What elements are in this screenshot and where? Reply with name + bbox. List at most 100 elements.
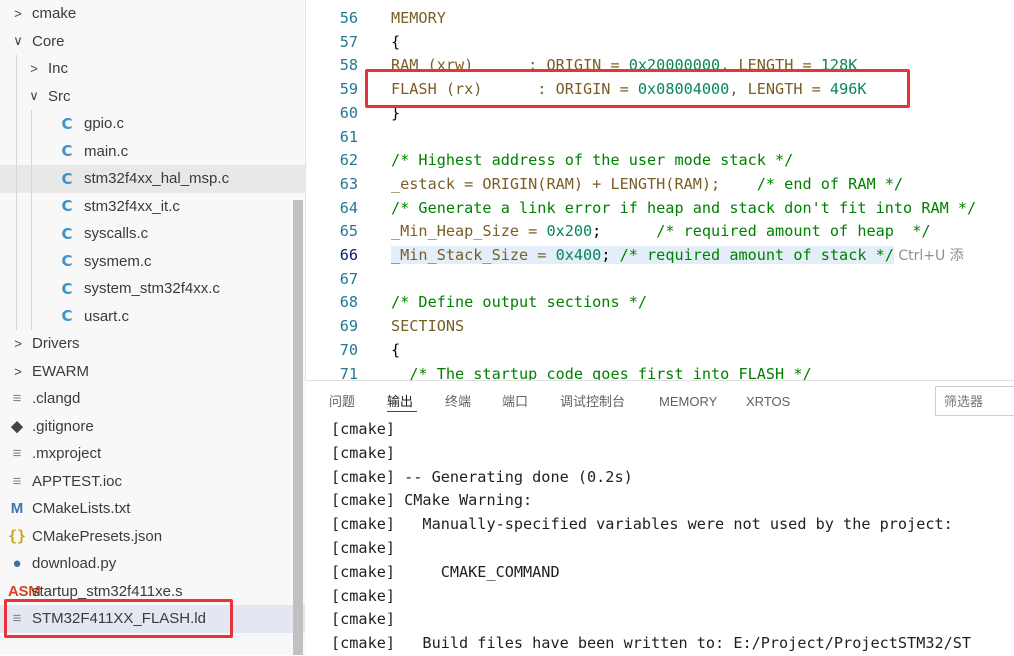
chevron-right-icon: > bbox=[14, 336, 22, 352]
code-editor[interactable]: 56 MEMORY 57{58 RAM (xrw) : ORIGIN = 0x2000… bbox=[305, 0, 1014, 380]
tab-debug-console[interactable]: 调试控制台 bbox=[560, 381, 625, 423]
tab-xrtos[interactable]: XRTOS bbox=[746, 381, 790, 423]
code-token: SECTIONS bbox=[391, 317, 465, 336]
tree-item-main-c[interactable]: Cmain.c bbox=[0, 138, 305, 166]
tree-item-label: APPTEST.ioc bbox=[32, 472, 123, 490]
tree-item-startup-stm32f411xe-s[interactable]: ASM startup_stm32f411xe.s bbox=[0, 578, 305, 606]
tab-ports[interactable]: 端口 bbox=[502, 381, 528, 423]
output-line: [cmake] CMake Warning: bbox=[331, 491, 533, 510]
tree-item-label: Core bbox=[32, 32, 65, 50]
output-line: [cmake] bbox=[331, 586, 396, 605]
tree-item-sysmem-c[interactable]: Csysmem.c bbox=[0, 248, 305, 276]
tree-item-ewarm[interactable]: > EWARM bbox=[0, 358, 305, 386]
tree-item-inc[interactable]: > Inc bbox=[0, 55, 305, 83]
tree-item-gitignore[interactable]: ◆ .gitignore bbox=[0, 413, 305, 441]
file-icon: ≡ bbox=[12, 390, 22, 408]
tree-item-stm32f411xx-flash-ld[interactable]: ≡ STM32F411XX_FLASH.ld bbox=[0, 605, 305, 633]
tree-item-cmakepresets-json[interactable]: {} CMakePresets.json bbox=[0, 523, 305, 551]
code-token: ; bbox=[601, 246, 620, 264]
code-token: { bbox=[391, 340, 401, 359]
tree-item-system-stm32f4xx-c[interactable]: Csystem_stm32f4xx.c bbox=[0, 275, 305, 303]
code-token: FLASH (rx) : ORIGIN = bbox=[391, 80, 638, 99]
tree-item-label: STM32F411XX_FLASH.ld bbox=[32, 610, 206, 628]
git-file-icon: ◆ bbox=[11, 418, 23, 436]
code-line-63[interactable]: 63 _estack = ORIGIN(RAM) + LENGTH(RAM); /… bbox=[306, 172, 1014, 196]
output-filter-input[interactable] bbox=[935, 386, 1014, 416]
file-icon: ≡ bbox=[12, 445, 22, 463]
c-file-icon: C bbox=[61, 252, 73, 271]
code-line-69[interactable]: 69 SECTIONS bbox=[306, 314, 1014, 338]
code-line-66[interactable]: 66 _Min_Stack_Size = 0x400; /* required a… bbox=[306, 243, 1014, 267]
c-file-icon: C bbox=[61, 279, 73, 298]
tree-item-label: stm32f4xx_it.c bbox=[84, 197, 180, 215]
code-text: MEMORY bbox=[391, 6, 446, 30]
line-number: 57 bbox=[339, 32, 358, 51]
code-line-62[interactable]: 62 /* Highest address of the user mode st… bbox=[306, 148, 1014, 172]
code-text: _Min_Stack_Size = 0x400; /* required amo… bbox=[391, 243, 964, 268]
explorer-sidebar: > cmake ∨ Core > Inc ∨ Src Cgpio.c Cmain.c Cstm32f… bbox=[0, 0, 305, 655]
tree-item-label: syscalls.c bbox=[84, 225, 149, 243]
line-number: 67 bbox=[339, 269, 358, 288]
tree-item-label: main.c bbox=[84, 142, 129, 160]
tree-item-label: CMakePresets.json bbox=[32, 527, 163, 545]
active-tab-indicator bbox=[387, 411, 417, 412]
chevron-right-icon: > bbox=[14, 363, 22, 379]
tree-item-label: gpio.c bbox=[84, 115, 125, 133]
code-token: 0x08004000 bbox=[637, 80, 730, 99]
tree-item-usart-c[interactable]: Cusart.c bbox=[0, 303, 305, 331]
code-text: /* The startup code goes first into FLAS… bbox=[391, 362, 811, 381]
code-token: /* required amount of stack */ bbox=[619, 246, 894, 264]
tree-item-cmake[interactable]: > cmake bbox=[0, 0, 305, 28]
chevron-right-icon: > bbox=[30, 61, 38, 77]
tree-item-core[interactable]: ∨ Core bbox=[0, 28, 305, 56]
line-number: 56 bbox=[339, 9, 358, 27]
code-token: /* Define output sections */ bbox=[391, 293, 648, 312]
line-number: 62 bbox=[339, 151, 358, 170]
code-token: /* required amount of heap */ bbox=[656, 222, 931, 241]
code-text: RAM (xrw) : ORIGIN = 0x20000000, LENGTH … bbox=[391, 53, 857, 77]
code-token: MEMORY bbox=[391, 9, 446, 27]
tree-item-stm32f4xx-it-c[interactable]: Cstm32f4xx_it.c bbox=[0, 193, 305, 221]
code-line-59[interactable]: 59 FLASH (rx) : ORIGIN = 0x08004000, LENG… bbox=[306, 77, 1014, 101]
code-line-67[interactable]: 67 bbox=[306, 267, 1014, 291]
code-text: FLASH (rx) : ORIGIN = 0x08004000, LENGTH… bbox=[391, 77, 867, 101]
code-line-71[interactable]: 71 /* The startup code goes first into F… bbox=[306, 362, 1014, 381]
line-number: 69 bbox=[339, 317, 358, 336]
code-line-56[interactable]: 56 MEMORY bbox=[306, 6, 1014, 30]
tree-item-drivers[interactable]: > Drivers bbox=[0, 330, 305, 358]
tree-item-cmakelists-txt[interactable]: M CMakeLists.txt bbox=[0, 495, 305, 523]
code-token: 0x200 bbox=[546, 222, 593, 241]
code-token: 128K bbox=[820, 56, 858, 75]
tree-item-label: system_stm32f4xx.c bbox=[84, 280, 220, 298]
tree-item-label: usart.c bbox=[84, 307, 130, 325]
tab-memory[interactable]: MEMORY bbox=[659, 381, 717, 423]
code-token: /* Highest address of the user mode stac… bbox=[391, 151, 794, 170]
line-number: 64 bbox=[339, 198, 358, 217]
tab-terminal[interactable]: 终端 bbox=[445, 381, 471, 423]
tree-item-src[interactable]: ∨ Src bbox=[0, 83, 305, 111]
line-number: 70 bbox=[339, 340, 358, 359]
tree-item-label: Inc bbox=[48, 60, 69, 78]
code-token: , LENGTH = bbox=[729, 80, 830, 99]
tree-item-gpio-c[interactable]: Cgpio.c bbox=[0, 110, 305, 138]
code-token: ; bbox=[592, 222, 657, 241]
bottom-panel: 问题输出终端端口调试控制台MEMORYXRTOS [cmake] [cmake]… bbox=[305, 380, 1014, 656]
tree-item-label: Drivers bbox=[32, 335, 80, 353]
tree-item-mxproject[interactable]: ≡ .mxproject bbox=[0, 440, 305, 468]
code-line-68[interactable]: 68 /* Define output sections */ bbox=[306, 290, 1014, 314]
code-line-64[interactable]: 64 /* Generate a link error if heap and s… bbox=[306, 196, 1014, 220]
code-line-58[interactable]: 58 RAM (xrw) : ORIGIN = 0x20000000, LENGT… bbox=[306, 53, 1014, 77]
tree-item-syscalls-c[interactable]: Csyscalls.c bbox=[0, 220, 305, 248]
output-line: [cmake] bbox=[331, 610, 396, 629]
code-line-60[interactable]: 60} bbox=[306, 101, 1014, 125]
code-line-65[interactable]: 65 _Min_Heap_Size = 0x200; /* required am… bbox=[306, 219, 1014, 243]
tree-item-apptest-ioc[interactable]: ≡ APPTEST.ioc bbox=[0, 468, 305, 496]
code-token: , LENGTH = bbox=[720, 56, 821, 75]
code-line-57[interactable]: 57 { bbox=[306, 30, 1014, 54]
code-line-70[interactable]: 70 { bbox=[306, 338, 1014, 362]
code-line-61[interactable]: 61 bbox=[306, 125, 1014, 149]
tree-item-download-py[interactable]: ● download.py bbox=[0, 550, 305, 578]
tree-item-clangd[interactable]: ≡ .clangd bbox=[0, 385, 305, 413]
tree-item-stm32f4xx-hal-msp-c[interactable]: Cstm32f4xx_hal_msp.c bbox=[0, 165, 305, 193]
sidebar-scrollbar[interactable] bbox=[293, 200, 303, 655]
